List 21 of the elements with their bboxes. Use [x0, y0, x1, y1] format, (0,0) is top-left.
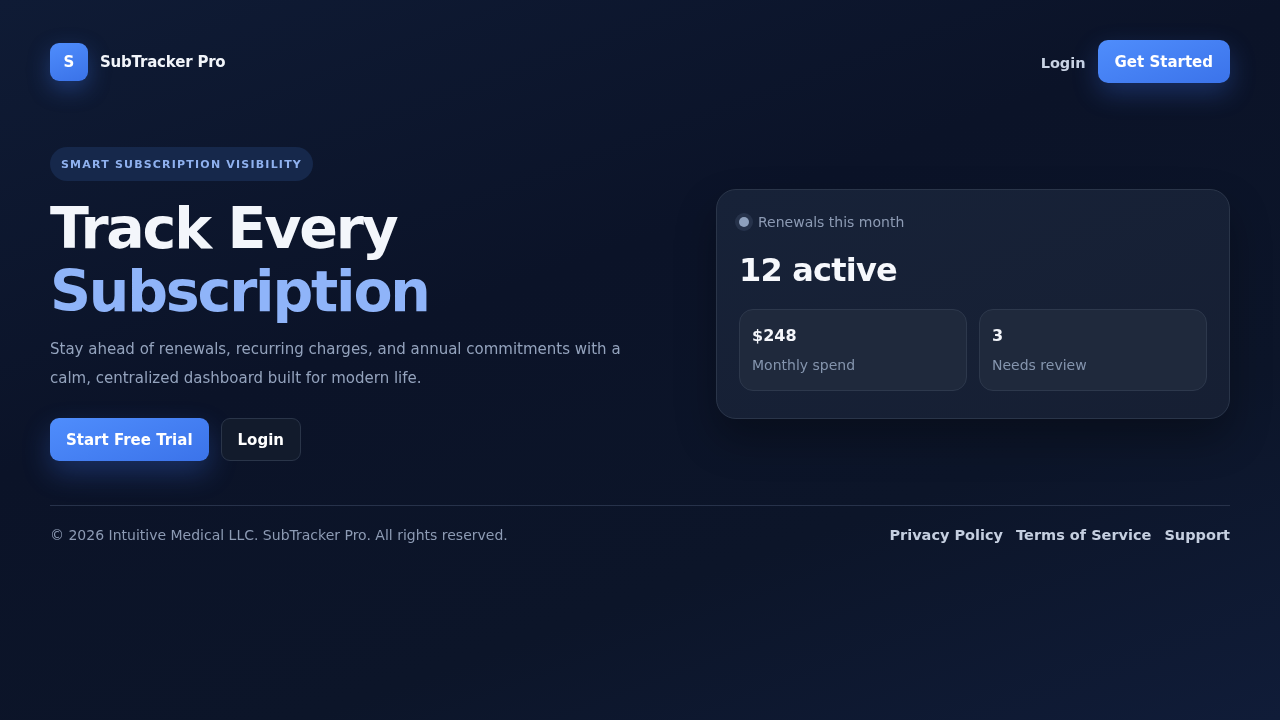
hero-headline: Subscription	[50, 260, 429, 323]
status-dot-icon	[735, 213, 753, 231]
get-started-button[interactable]: Get Started	[1097, 40, 1230, 83]
active-count: 12 active	[739, 251, 898, 289]
stat-label: Monthly spend	[752, 357, 857, 373]
start-trial-button[interactable]: Start Free Trial	[50, 418, 209, 461]
hero-description: Stay ahead of renewals, recurring charges, and annual commitments with a calm, centralized dashboard built for modern life.	[50, 339, 622, 389]
login-link[interactable]: Login	[1040, 54, 1086, 71]
stat-value: 3	[992, 326, 1005, 345]
logo-icon: S	[50, 42, 88, 81]
brand-name: SubTracker Pro	[100, 52, 226, 71]
footer-link[interactable]: Terms of Service	[1016, 527, 1152, 543]
copyright-text: © 2026 Intuitive Medical LLC. SubTracker Pro. All rights reserved.	[50, 527, 508, 543]
footer-link[interactable]: Privacy Policy	[889, 527, 1004, 543]
hero-headline: Track Every	[50, 197, 397, 260]
status-label: Renewals this month	[758, 214, 905, 230]
login-button[interactable]: Login	[220, 418, 301, 461]
footer-link[interactable]: Support	[1164, 527, 1230, 543]
stat-value: $248	[752, 326, 798, 345]
stat-label: Needs review	[992, 357, 1088, 373]
hero-badge: SMART SUBSCRIPTION VISIBILITY	[50, 147, 313, 181]
